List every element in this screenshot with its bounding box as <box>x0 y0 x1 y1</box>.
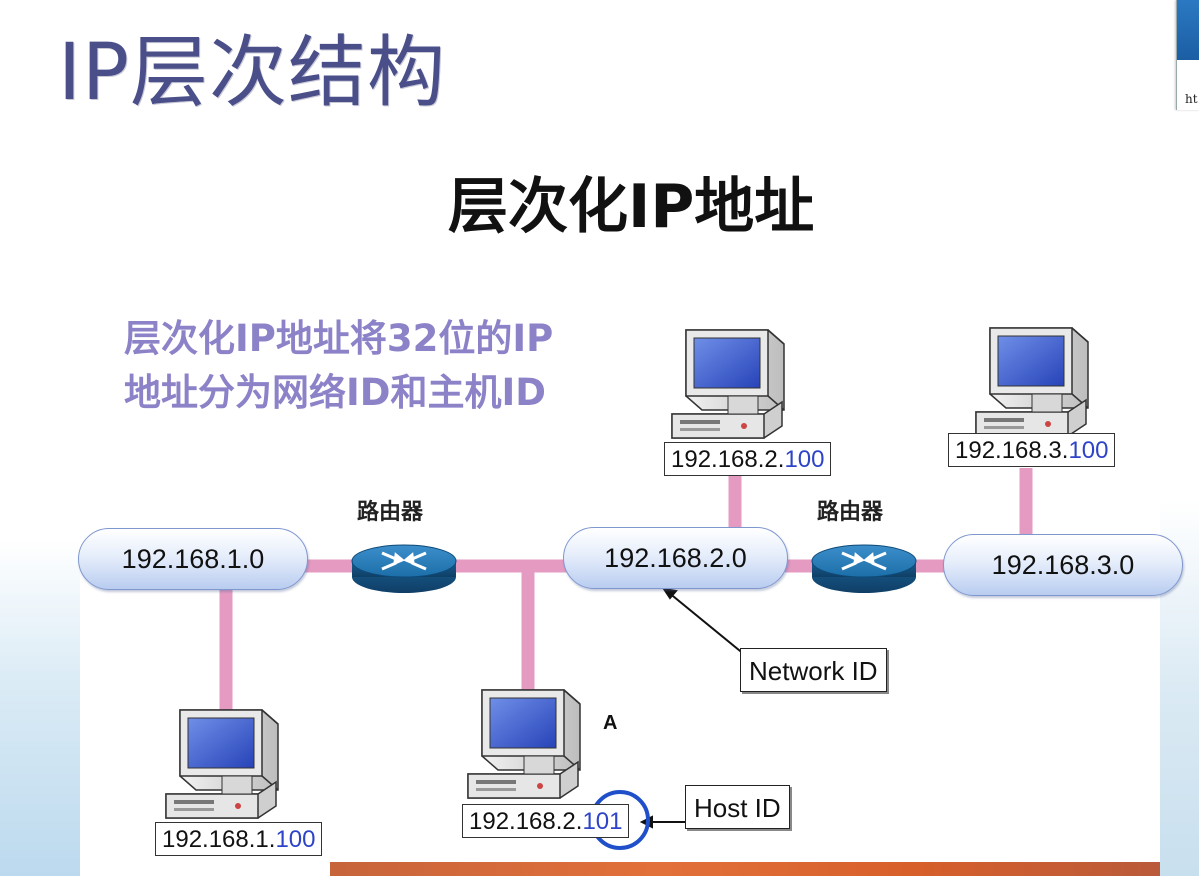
router-2-label: 路由器 <box>817 500 884 525</box>
host-a-network-part: 192.168.2. <box>469 808 583 835</box>
host-3-host-part: 100 <box>1068 437 1109 464</box>
host-2-ip-box: 192.168.2.100 <box>664 442 832 476</box>
host-3-ip-box: 192.168.3.100 <box>948 433 1116 467</box>
host-id-callout: Host ID <box>685 785 790 829</box>
host-1-network-part: 192.168.1. <box>162 826 276 853</box>
router-2-icon <box>810 543 918 595</box>
network-2-pill: 192.168.2.0 <box>563 527 788 589</box>
host-3-computer-icon <box>975 327 1089 437</box>
host-a-ip-box: 192.168.2.101 <box>462 804 630 838</box>
host-2-network-part: 192.168.2. <box>671 446 785 473</box>
host-1-computer-icon <box>165 709 279 819</box>
host-3-network-part: 192.168.3. <box>955 437 1069 464</box>
network-id-callout: Network ID <box>740 648 887 692</box>
host-a-computer-icon <box>467 689 581 799</box>
host-2-computer-icon <box>671 329 785 439</box>
host-1-ip-box: 192.168.1.100 <box>155 822 323 856</box>
network-3-pill: 192.168.3.0 <box>943 534 1183 596</box>
network-links <box>219 468 1033 715</box>
router-1-label: 路由器 <box>357 500 424 525</box>
host-2-host-part: 100 <box>784 446 825 473</box>
network-id-arrow <box>667 591 746 656</box>
host-a-label: A <box>603 712 618 734</box>
host-a-host-part: 101 <box>582 808 623 835</box>
router-1-icon <box>350 543 458 595</box>
network-1-pill: 192.168.1.0 <box>78 528 308 590</box>
host-1-host-part: 100 <box>275 826 316 853</box>
